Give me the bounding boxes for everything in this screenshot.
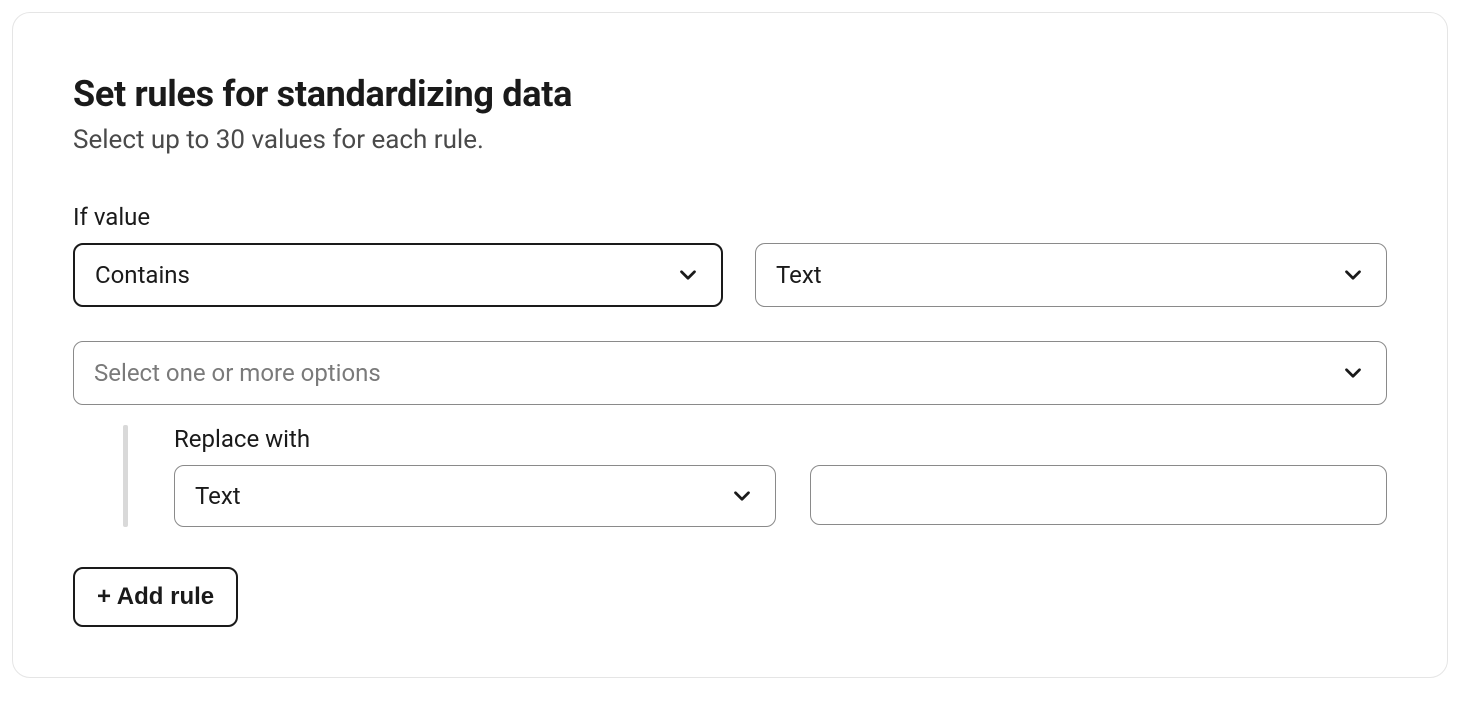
- add-rule-button[interactable]: + Add rule: [73, 567, 238, 627]
- value-type-select[interactable]: Text: [755, 243, 1387, 307]
- replace-content: Replace with Text: [174, 425, 1387, 527]
- rules-card: Set rules for standardizing data Select …: [12, 12, 1448, 678]
- chevron-down-icon: [1340, 360, 1366, 386]
- value-type-select-value: Text: [776, 261, 822, 289]
- replace-row: Text: [174, 465, 1387, 527]
- replace-with-label: Replace with: [174, 425, 1387, 453]
- add-rule-button-label: + Add rule: [97, 583, 214, 611]
- replace-value-input[interactable]: [810, 465, 1387, 525]
- if-value-label: If value: [73, 203, 1387, 231]
- replace-section: Replace with Text: [73, 425, 1387, 527]
- condition-row: Contains Text: [73, 243, 1387, 307]
- page-title: Set rules for standardizing data: [73, 73, 1387, 115]
- condition-select-value: Contains: [95, 261, 190, 289]
- chevron-down-icon: [675, 262, 701, 288]
- replace-type-select[interactable]: Text: [174, 465, 776, 527]
- replace-type-select-value: Text: [195, 482, 241, 510]
- chevron-down-icon: [1340, 262, 1366, 288]
- page-subtitle: Select up to 30 values for each rule.: [73, 125, 1387, 155]
- options-multiselect[interactable]: Select one or more options: [73, 341, 1387, 405]
- chevron-down-icon: [729, 483, 755, 509]
- indent-bar: [123, 425, 128, 527]
- condition-select[interactable]: Contains: [73, 243, 723, 307]
- options-placeholder: Select one or more options: [94, 359, 381, 387]
